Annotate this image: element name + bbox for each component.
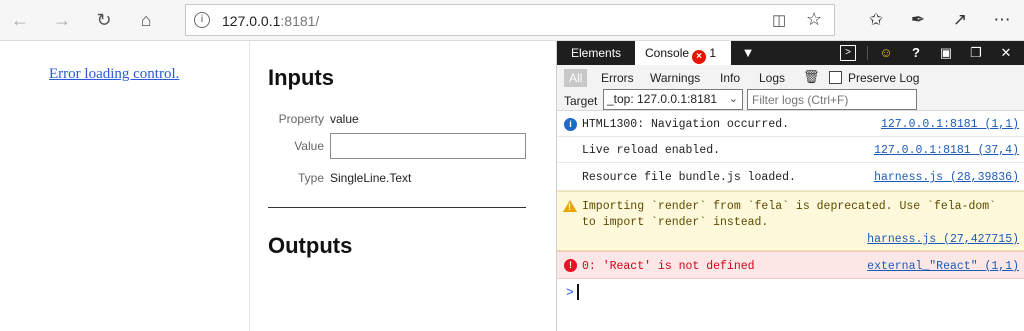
tab-console[interactable]: Console × 1 xyxy=(635,41,731,65)
filter-all[interactable]: All xyxy=(564,69,588,87)
close-icon[interactable]: ✕ xyxy=(995,41,1017,65)
error-count-icon: × xyxy=(692,50,707,64)
page-content: Error loading control. Inputs Property v… xyxy=(0,41,556,331)
forward-arrow-icon[interactable]: → xyxy=(48,6,76,34)
preserve-log-label: Preserve Log xyxy=(848,71,920,85)
filter-info[interactable]: Info xyxy=(716,69,744,87)
url-port: :8181/ xyxy=(280,13,320,29)
error-icon: ! xyxy=(564,259,577,272)
control-pane: Error loading control. xyxy=(0,41,250,331)
more-tabs-icon[interactable]: ▼ xyxy=(737,41,759,65)
message-text: Resource file bundle.js loaded. xyxy=(582,171,796,184)
url-host: 127.0.0.1 xyxy=(222,13,281,29)
dock-icon[interactable]: ▣ xyxy=(935,41,957,65)
address-bar[interactable]: i 127.0.0.1:8181/ ◫ ☆ xyxy=(185,4,835,36)
filter-errors[interactable]: Errors xyxy=(597,69,638,87)
tab-elements[interactable]: Elements xyxy=(561,41,631,65)
more-icon[interactable]: ⋯ xyxy=(988,6,1016,34)
target-label: Target xyxy=(564,94,598,108)
console-message: Resource file bundle.js loaded. harness.… xyxy=(557,163,1024,191)
console-message: Live reload enabled. 127.0.0.1:8181 (37,… xyxy=(557,137,1024,163)
console-message: i HTML1300: Navigation occurred. 127.0.0… xyxy=(557,111,1024,137)
console-error: ! 0: 'React' is not defined external_"Re… xyxy=(557,251,1024,279)
devtools-tabbar: Elements Console × 1 ▼ > ☺ ? ▣ ❐ ✕ xyxy=(557,41,1024,65)
undock-icon[interactable]: ❐ xyxy=(965,41,987,65)
back-arrow-icon[interactable]: ← xyxy=(6,6,34,34)
clear-console-icon[interactable]: 🗑 xyxy=(803,69,820,85)
message-source-link[interactable]: 127.0.0.1:8181 (1,1) xyxy=(881,118,1019,131)
preserve-log-checkbox[interactable] xyxy=(829,71,842,84)
info-icon: i xyxy=(564,118,577,131)
favorites-icon[interactable]: ✩ xyxy=(862,6,890,34)
value-row: Value xyxy=(268,133,528,159)
tab-elements-label: Elements xyxy=(571,46,622,60)
filter-logs[interactable]: Logs xyxy=(755,69,789,87)
share-icon[interactable]: ↗ xyxy=(946,6,974,34)
outputs-heading: Outputs xyxy=(268,233,353,258)
property-value: value xyxy=(330,112,359,126)
warning-icon: ! xyxy=(563,200,577,212)
filter-logs-input[interactable] xyxy=(747,89,917,110)
value-label: Value xyxy=(294,139,324,153)
tab-console-label: Console xyxy=(645,46,690,60)
console-toggle-icon[interactable]: > xyxy=(840,45,856,61)
console-filterbar: All Errors Warnings Info Logs 🗑 Preserve… xyxy=(557,65,1024,111)
chevron-down-icon: ⌄ xyxy=(728,93,738,105)
message-text: Live reload enabled. xyxy=(582,144,721,157)
console-caret xyxy=(577,284,579,300)
reading-view-icon[interactable]: ◫ xyxy=(772,11,786,29)
filter-warnings[interactable]: Warnings xyxy=(646,69,704,87)
property-row: Property value xyxy=(268,112,528,132)
message-source-link[interactable]: harness.js (28,39836) xyxy=(874,171,1019,184)
devtools-panel: Elements Console × 1 ▼ > ☺ ? ▣ ❐ ✕ All Er… xyxy=(556,41,1024,331)
info-icon[interactable]: i xyxy=(194,12,210,28)
home-icon[interactable]: ⌂ xyxy=(132,6,160,34)
message-source-link[interactable]: harness.js (27,427715) xyxy=(867,233,1019,246)
error-loading-link[interactable]: Error loading control. xyxy=(49,66,179,83)
message-text: HTML1300: Navigation occurred. xyxy=(582,118,790,131)
property-label: Property xyxy=(278,112,324,126)
type-row: Type SingleLine.Text xyxy=(268,171,528,191)
star-icon[interactable]: ☆ xyxy=(806,9,822,30)
warning-text-line1: Importing `render` from `fela` is deprec… xyxy=(582,200,997,213)
error-text: 0: 'React' is not defined xyxy=(582,260,755,273)
section-divider xyxy=(268,207,526,208)
toolbar-separator xyxy=(867,46,868,60)
console-warning: ! Importing `render` from `fela` is depr… xyxy=(557,191,1024,251)
properties-pane: Inputs Property value Value Type SingleL… xyxy=(268,41,528,331)
message-source-link[interactable]: external_"React" (1,1) xyxy=(867,260,1019,273)
console-prompt[interactable]: > xyxy=(566,285,574,300)
message-source-link[interactable]: 127.0.0.1:8181 (37,4) xyxy=(874,144,1019,157)
refresh-icon[interactable]: ↻ xyxy=(90,6,118,34)
pen-icon[interactable]: ✒ xyxy=(904,6,932,34)
feedback-smiley-icon[interactable]: ☺ xyxy=(875,41,897,65)
target-select[interactable]: _top: 127.0.0.1:8181 ⌄ xyxy=(603,89,743,110)
inputs-heading: Inputs xyxy=(268,65,334,90)
warning-text-line2: to import `render` instead. xyxy=(582,216,769,229)
target-value: _top: 127.0.0.1:8181 xyxy=(607,92,718,106)
console-output: i HTML1300: Navigation occurred. 127.0.0… xyxy=(557,111,1024,331)
browser-toolbar: ← → ↻ ⌂ i 127.0.0.1:8181/ ◫ ☆ ✩ ✒ ↗ ⋯ xyxy=(0,0,1024,41)
url-text: 127.0.0.1:8181/ xyxy=(222,13,319,29)
value-input[interactable] xyxy=(330,133,526,159)
help-icon[interactable]: ? xyxy=(905,41,927,65)
error-count: 1 xyxy=(709,46,717,60)
type-label: Type xyxy=(297,171,324,185)
type-value: SingleLine.Text xyxy=(330,171,412,185)
